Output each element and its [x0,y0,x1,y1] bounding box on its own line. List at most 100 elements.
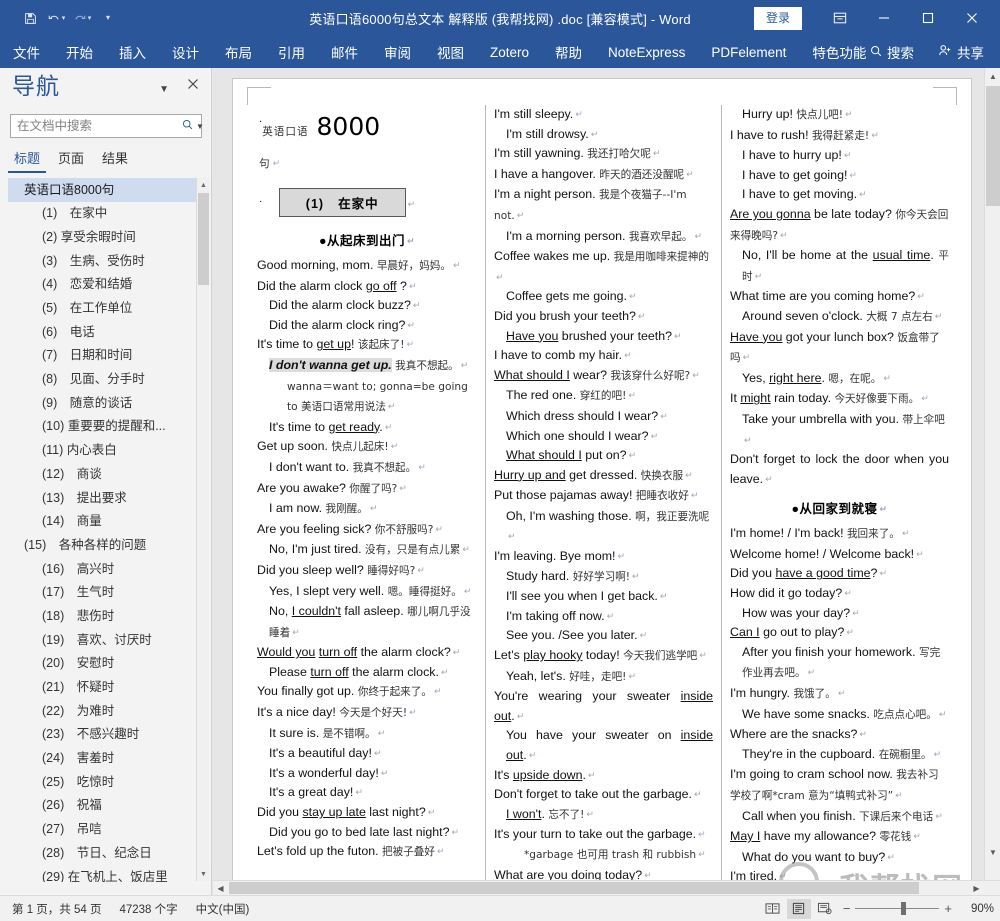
document-line[interactable]: Which one should I wear? ↵ [494,427,713,447]
document-line[interactable]: Oh, I'm washing those. 啊，我正要洗呢↵ [494,507,713,547]
document-line[interactable]: I am now. 我刚醒。 ↵ [257,499,477,520]
document-line[interactable]: They're in the cupboard. 在碗橱里。 ↵ [730,745,949,766]
document-line[interactable]: I'm a morning person. 我喜欢早起。 ↵ [494,227,713,248]
document-line[interactable]: Call when you finish. 下课后来个电话 ↵ [730,807,949,828]
document-line[interactable]: I'll see you when I get back. ↵ [494,587,713,607]
navigation-search-box[interactable]: ▼ [10,114,204,138]
zoom-slider-thumb[interactable] [901,902,907,915]
ribbon-search-box[interactable]: 搜索 [858,42,926,62]
document-line[interactable]: Study hard. 好好学习啊! ↵ [494,567,713,588]
nav-item[interactable]: (15) 各种各样的问题 [8,533,204,557]
ribbon-tab-noteexpress[interactable]: NoteExpress [595,36,698,68]
document-line[interactable]: You finally got up. 你终于起来了。 ↵ [257,682,477,703]
nav-item[interactable]: (11) 内心表白 [8,439,204,463]
chevron-down-icon[interactable]: ▼ [196,122,210,131]
document-line[interactable]: I'm home! / I'm back! 我回来了。 ↵ [730,524,949,545]
document-line[interactable]: May I have my allowance? 零花钱 ↵ [730,827,949,848]
ribbon-tab-zotero[interactable]: Zotero [477,36,542,68]
document-line[interactable]: It's upside down. ↵ [494,766,713,786]
document-line[interactable]: Hurry up and get dressed. 快换衣服 ↵ [494,466,713,487]
scroll-up-arrow-icon[interactable]: ▲ [197,178,210,192]
undo-icon[interactable]: ▾ [44,6,68,30]
document-line[interactable]: What time are you coming home? ↵ [730,287,949,307]
ribbon-tab-design[interactable]: 设计 [159,36,212,68]
ribbon-tab-file[interactable]: 文件 [0,36,53,68]
document-line[interactable]: I don't want to. 我真不想起。 ↵ [257,458,477,479]
document-line[interactable]: Are you awake? 你醒了吗? ↵ [257,479,477,500]
nav-item[interactable]: (9) 随意的谈话 [8,391,204,415]
document-line[interactable]: Are you feeling sick? 你不舒服吗? ↵ [257,520,477,541]
nav-item[interactable]: (4) 恋爱和结婚 [8,273,204,297]
document-line[interactable]: Did you have a good time? ↵ [730,564,949,584]
navigation-scrollbar-thumb[interactable] [198,193,209,285]
ribbon-tab-mailings[interactable]: 邮件 [318,36,371,68]
search-input[interactable] [11,119,182,133]
document-line[interactable]: I have to get going! ↵ [730,166,949,186]
scroll-up-arrow-icon[interactable]: ▲ [985,68,1000,85]
document-line[interactable]: Take your umbrella with you. 带上伞吧↵ [730,410,949,450]
read-mode-icon[interactable] [761,899,785,919]
document-line[interactable]: Put those pajamas away! 把睡衣收好 ↵ [494,486,713,507]
zoom-in-button[interactable]: + [944,902,952,915]
document-line[interactable]: Did you brush your teeth? ↵ [494,307,713,327]
nav-item[interactable]: (25) 吃惊时 [8,770,204,794]
nav-item[interactable]: (1) 在家中 [8,202,204,226]
nav-item[interactable]: (27) 吊唁 [8,818,204,842]
zoom-out-button[interactable]: − [843,902,851,915]
save-icon[interactable] [18,6,42,30]
close-icon[interactable] [950,0,994,36]
document-line[interactable]: Don't forget to take out the garbage. ↵ [494,785,713,805]
document-line[interactable]: I'm leaving. Bye mom! ↵ [494,547,713,567]
document-line[interactable]: Please turn off the alarm clock. ↵ [257,663,477,683]
close-icon[interactable] [187,78,199,93]
document-line[interactable]: It's your turn to take out the garbage. ↵ [494,825,713,845]
document-line[interactable]: Have you got your lunch box? 饭盒带了吗 ↵ [730,328,949,369]
document-page[interactable]: ·英语口语 8000 句 ↵ · (1) 在家中 ↵ ●从起床到出门 ↵ Goo… [232,78,972,880]
ribbon-tab-help[interactable]: 帮助 [542,36,595,68]
zoom-level-label[interactable]: 90% [960,903,994,915]
document-line[interactable]: I'm hungry. 我饿了。 ↵ [730,684,949,705]
tab-headings[interactable]: 标题 [8,146,47,173]
zoom-slider[interactable]: − + [839,902,958,915]
document-line[interactable]: I'm taking off now. ↵ [494,607,713,627]
nav-item[interactable]: (21) 怀疑时 [8,675,204,699]
navigation-scrollbar[interactable]: ▲ ▼ [196,178,210,881]
document-line[interactable]: No, I'll be home at the usual time. 平时 ↵ [730,246,949,287]
document-line[interactable]: What do you want to buy? ↵ [730,848,949,868]
document-horizontal-scrollbar[interactable]: ◀ ▶ [213,880,1000,895]
document-line[interactable]: Around seven o'clock. 大概 7 点左右 ↵ [730,307,949,328]
document-line[interactable]: It's time to get ready. ↵ [257,418,477,438]
scroll-left-arrow-icon[interactable]: ◀ [213,881,228,895]
nav-item[interactable]: (3) 生病、受伤时 [8,249,204,273]
nav-item[interactable]: (12) 商谈 [8,462,204,486]
document-line[interactable]: I have a hangover. 昨天的酒还没醒呢 ↵ [494,165,713,186]
document-line[interactable]: I'm still yawning. 我还打哈欠呢 ↵ [494,144,713,165]
redo-icon[interactable]: ▾ [70,6,94,30]
horizontal-scrollbar-thumb[interactable] [229,882,919,894]
document-line[interactable]: I have to get moving. ↵ [730,185,949,205]
nav-item[interactable]: (10) 重要要的提醒和... [8,415,204,439]
document-line[interactable]: Coffee gets me going. ↵ [494,287,713,307]
document-line[interactable]: Which dress should I wear? ↵ [494,407,713,427]
document-line[interactable]: The red one. 穿红的吧! ↵ [494,386,713,407]
navigation-heading-list[interactable]: 英语口语8000句 (1) 在家中 (2) 享受余暇时间 (3) 生病、受伤时 (4) … [8,178,204,882]
document-line[interactable]: Can I go out to play? ↵ [730,623,949,643]
document-line[interactable]: Are you gonna be late today? 你今天会回来得晚吗? ↵ [730,205,949,246]
ribbon-tab-insert[interactable]: 插入 [106,36,159,68]
document-canvas[interactable]: ·英语口语 8000 句 ↵ · (1) 在家中 ↵ ●从起床到出门 ↵ Goo… [213,68,1000,880]
document-line[interactable]: Did the alarm clock go off ? ↵ [257,277,477,297]
ribbon-tab-pdfelement[interactable]: PDFelement [698,36,799,68]
document-line[interactable]: It's time to get up! 该起床了! ↵ [257,335,477,356]
document-line[interactable]: I don't wanna get up. 我真不想起。 ↵ [257,356,477,377]
nav-item[interactable]: (24) 害羞时 [8,747,204,771]
nav-item[interactable]: (23) 不感兴趣时 [8,723,204,747]
document-line[interactable]: See you. /See you later. ↵ [494,626,713,646]
share-button[interactable]: 共享 [926,42,996,62]
document-line[interactable]: No, I'm just tired. 没有，只是有点儿累 ↵ [257,540,477,561]
nav-item[interactable]: (14) 商量 [8,510,204,534]
scroll-down-arrow-icon[interactable]: ▼ [985,844,1000,861]
document-line[interactable]: I have to hurry up! ↵ [730,146,949,166]
document-line[interactable]: *garbage 也可用 trash 和 rubbish ↵ [494,845,713,866]
nav-item[interactable]: (29) 在飞机上、饭店里 [8,865,204,882]
nav-item[interactable]: (7) 日期和时间 [8,344,204,368]
